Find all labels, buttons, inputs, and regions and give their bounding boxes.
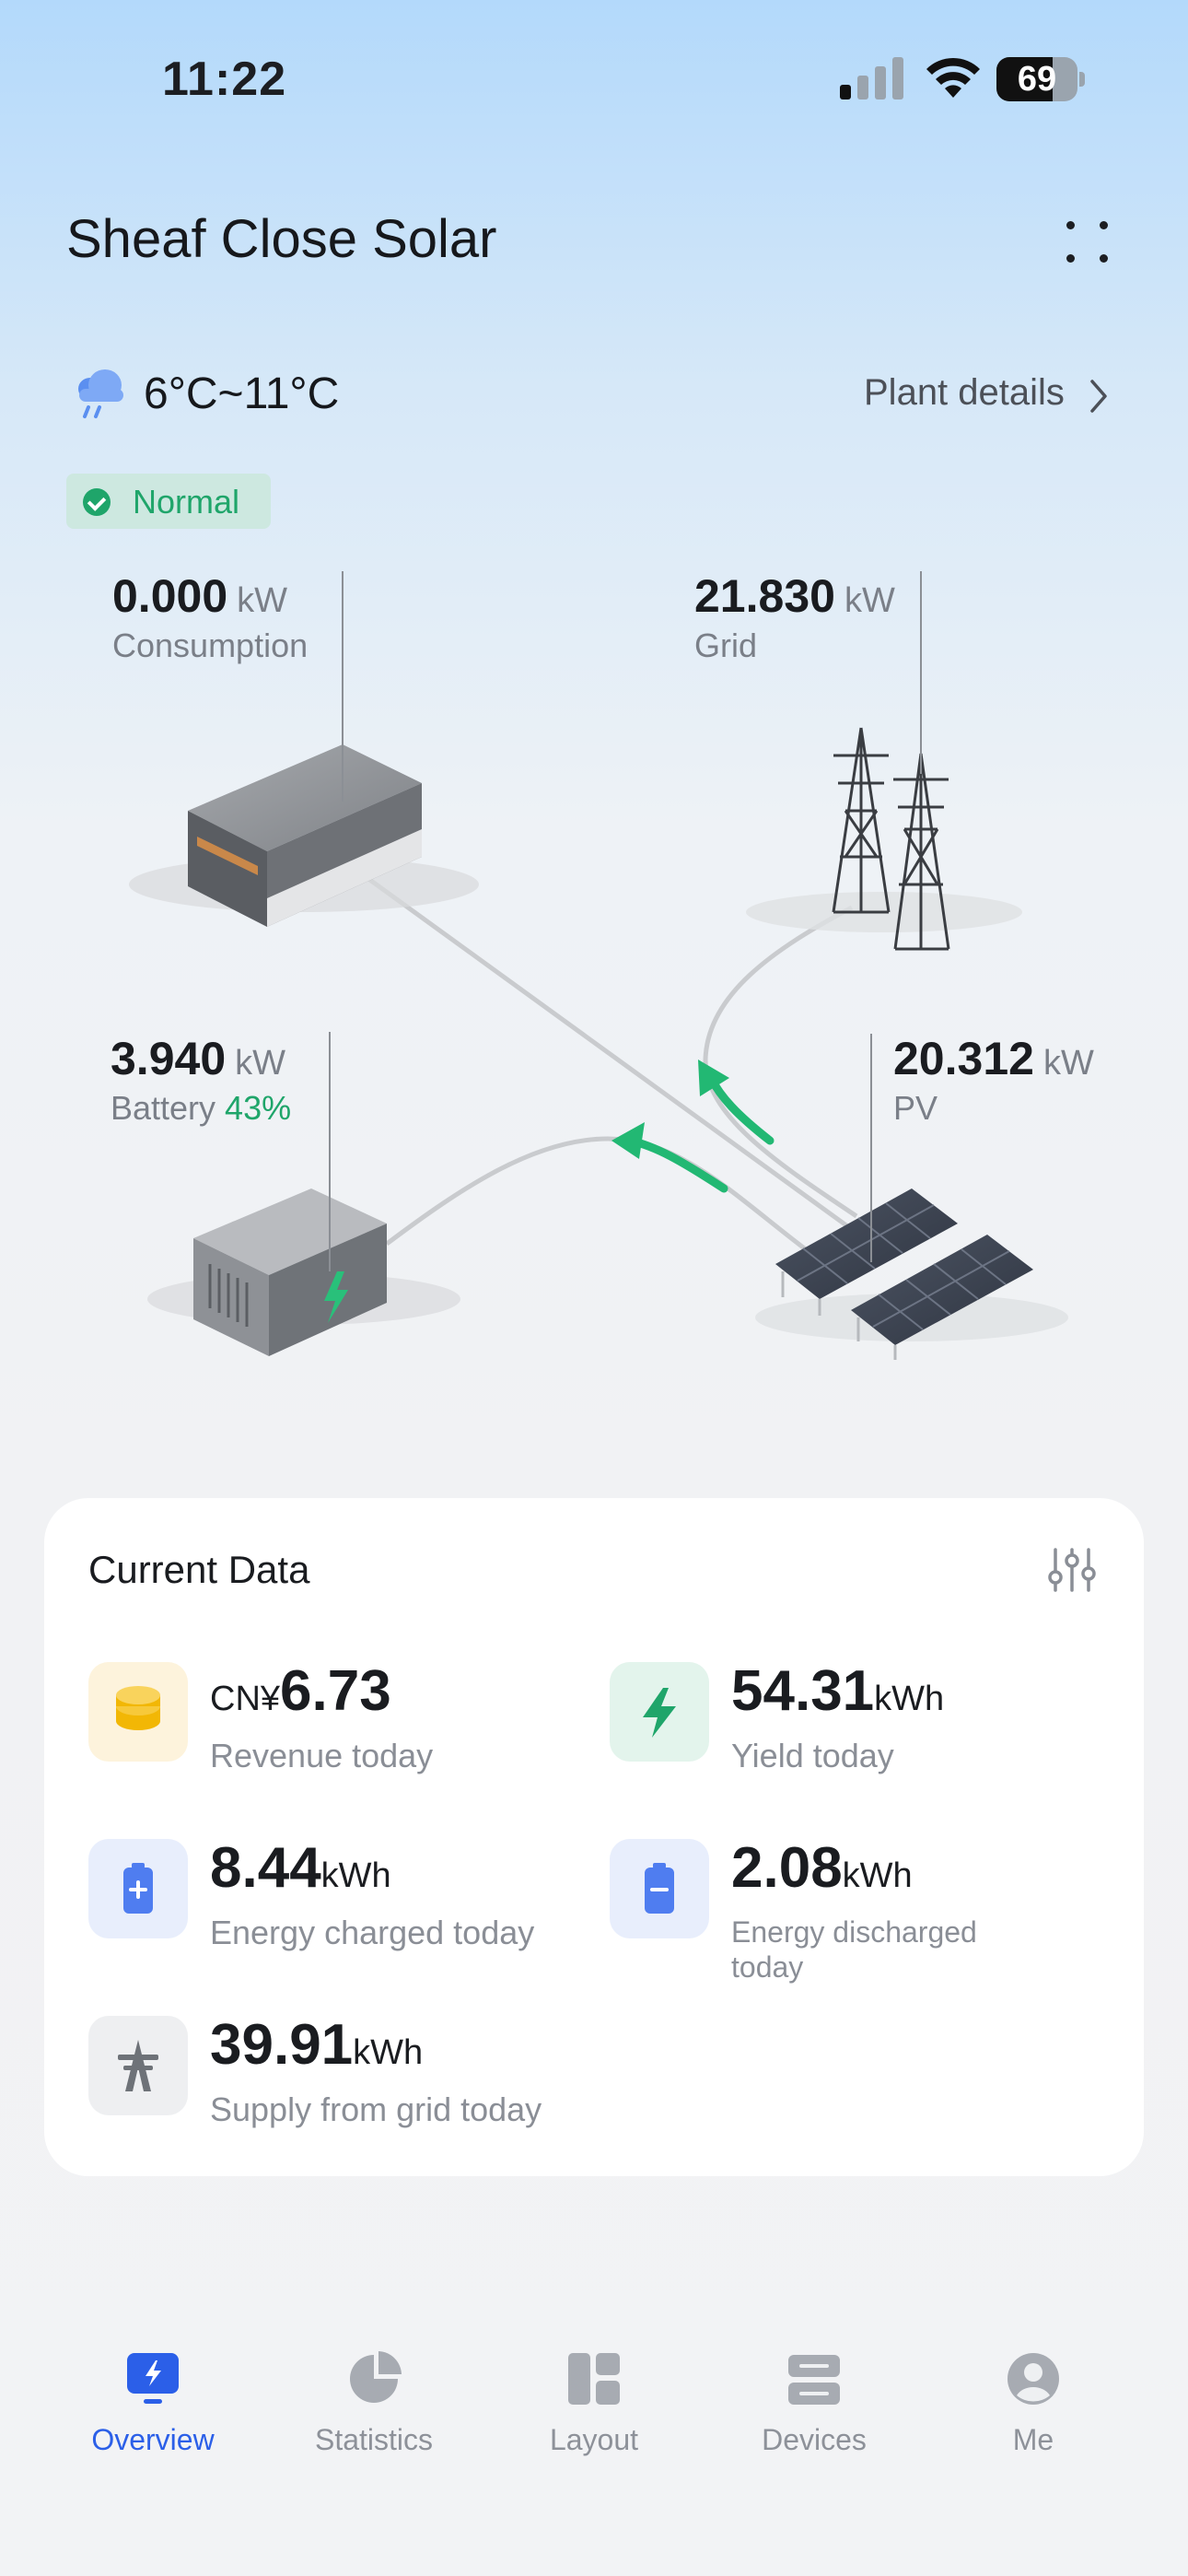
energy-flow-diagram — [129, 571, 1068, 1360]
battery-charge-icon — [88, 1839, 188, 1938]
yield-unit: kWh — [874, 1680, 945, 1718]
pv-value: 20.312 — [893, 1033, 1034, 1084]
pv-label: PV — [893, 1089, 938, 1127]
pie-chart-icon — [350, 2351, 402, 2403]
revenue-currency: CN¥ — [210, 1680, 281, 1718]
supply-from-grid-item[interactable]: 39.91kWh Supply from grid today — [88, 2013, 604, 2172]
tab-overview[interactable]: Overview — [61, 2351, 245, 2471]
supply-grid-unit: kWh — [353, 2033, 424, 2072]
grid-tower-icon — [88, 2016, 188, 2115]
consumption-value: 0.000 — [112, 570, 228, 622]
grid-value: 21.830 — [694, 570, 835, 622]
user-icon — [1007, 2353, 1059, 2405]
plant-details-link[interactable]: Plant details — [864, 372, 1065, 414]
settings-sliders-icon[interactable] — [1048, 1546, 1096, 1594]
status-time: 11:22 — [162, 53, 287, 106]
tab-statistics-label: Statistics — [314, 2423, 434, 2456]
battery-soc: 43% — [225, 1089, 292, 1127]
energy-discharged-label: Energy discharged today — [731, 1915, 977, 1984]
grid-label: Grid — [694, 626, 758, 664]
layout-icon — [568, 2353, 620, 2405]
devices-icon — [788, 2355, 840, 2405]
cellular-signal-icon — [840, 57, 903, 100]
tab-layout-label: Layout — [549, 2423, 639, 2456]
battery-unit: kW — [235, 1044, 285, 1083]
yield-today-item[interactable]: 54.31kWh Yield today — [610, 1659, 1125, 1819]
lightning-icon — [610, 1662, 709, 1762]
supply-grid-label: Supply from grid today — [210, 2090, 542, 2128]
battery-value: 3.940 — [111, 1033, 227, 1084]
check-circle-icon — [83, 488, 111, 516]
battery-status-icon: 69 — [996, 57, 1085, 101]
energy-discharged-item[interactable]: 2.08kWh Energy discharged today — [610, 1836, 1125, 1996]
grid-metric: 21.830 kW Grid — [694, 569, 895, 665]
yield-value: 54.31 — [731, 1659, 875, 1723]
energy-charged-label: Energy charged today — [210, 1914, 535, 1951]
tab-me-label: Me — [1012, 2423, 1054, 2456]
plant-status-badge: Normal — [66, 474, 271, 529]
tab-overview-label: Overview — [91, 2423, 215, 2456]
tab-layout[interactable]: Layout — [502, 2351, 686, 2471]
pv-unit: kW — [1042, 1044, 1094, 1083]
pv-metric: 20.312 kW PV — [893, 1032, 1094, 1128]
consumption-unit: kW — [237, 581, 287, 620]
building-icon — [129, 744, 479, 927]
grid-unit: kW — [844, 581, 895, 620]
battery-cabinet-icon — [147, 1188, 460, 1356]
plant-name: Sheaf Close Solar — [66, 209, 497, 269]
energy-charged-item[interactable]: 8.44kWh Energy charged today — [88, 1836, 604, 1996]
battery-label: Battery — [111, 1089, 216, 1127]
current-data-card: Current Data CN¥6.73 Revenue today 54.31… — [44, 1498, 1144, 2176]
grid-tower-illustration — [746, 727, 1022, 951]
consumption-metric: 0.000 kW Consumption — [112, 569, 308, 665]
battery-discharge-icon — [610, 1839, 709, 1938]
tab-statistics[interactable]: Statistics — [282, 2351, 466, 2471]
more-options-button[interactable] — [1059, 216, 1114, 271]
chevron-right-icon[interactable] — [1087, 378, 1111, 415]
tab-devices-label: Devices — [762, 2423, 867, 2456]
coins-icon — [88, 1662, 188, 1762]
battery-level: 69 — [1017, 60, 1057, 99]
weather-temperature: 6°C~11°C — [144, 369, 340, 418]
battery-metric: 3.940 kW Battery 43% — [111, 1032, 291, 1128]
plant-status-text: Normal — [133, 483, 240, 521]
solar-panel-illustration — [755, 1188, 1068, 1360]
tab-me[interactable]: Me — [941, 2351, 1125, 2471]
yield-label: Yield today — [731, 1737, 894, 1774]
overview-icon — [127, 2353, 179, 2404]
current-data-title: Current Data — [88, 1548, 310, 1591]
flow-lines — [359, 871, 858, 1255]
energy-discharged-unit: kWh — [842, 1856, 913, 1895]
energy-charged-value: 8.44 — [210, 1836, 321, 1900]
energy-charged-unit: kWh — [320, 1856, 391, 1895]
tab-devices[interactable]: Devices — [722, 2351, 906, 2471]
revenue-value: 6.73 — [280, 1659, 391, 1723]
energy-discharged-value: 2.08 — [731, 1836, 843, 1900]
consumption-label: Consumption — [112, 626, 309, 664]
rain-cloud-icon — [78, 369, 123, 418]
supply-grid-value: 39.91 — [210, 2013, 354, 2077]
revenue-today-item[interactable]: CN¥6.73 Revenue today — [88, 1659, 604, 1819]
flow-arrow-pv-to-battery — [625, 1136, 728, 1193]
revenue-label: Revenue today — [210, 1737, 434, 1774]
wifi-icon — [926, 57, 980, 98]
flow-arrowhead — [611, 1122, 645, 1159]
